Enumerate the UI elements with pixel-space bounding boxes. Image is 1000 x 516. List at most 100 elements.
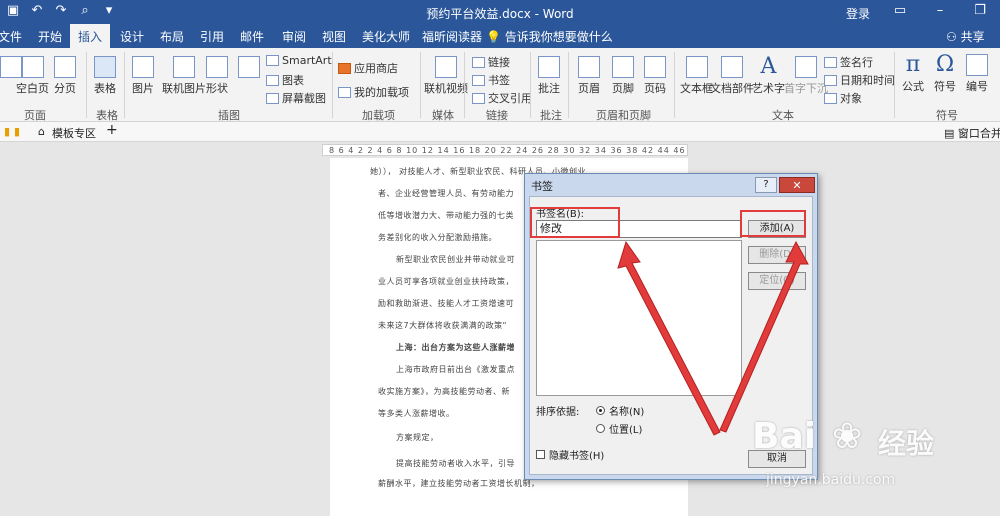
doc-line: 提高技能劳动者收入水平，引导	[396, 459, 515, 468]
doc-line: 业人员可享各项就业创业扶持政策，	[378, 277, 514, 286]
tab-design[interactable]: 设计	[120, 28, 144, 45]
window-merge-icon: ▤	[944, 127, 955, 140]
tab-foxit[interactable]: 福昕阅读器	[422, 28, 482, 45]
shapes-label: 形状	[206, 82, 228, 95]
object-icon	[824, 92, 837, 104]
my-addins-button[interactable]: 我的加载项	[338, 84, 409, 100]
blank-page-button[interactable]: 空白页	[16, 56, 49, 96]
object-button[interactable]: 对象	[824, 90, 862, 106]
divider	[530, 52, 531, 118]
wordart-button[interactable]: A 艺术字	[752, 56, 785, 96]
tab-mailings[interactable]: 邮件	[240, 28, 264, 45]
page-break-button[interactable]: 分页	[54, 56, 76, 96]
icons-button[interactable]	[238, 56, 260, 80]
sort-by-location-radio[interactable]: 位置(L)	[596, 421, 642, 436]
smartart-icon	[266, 55, 279, 66]
online-picture-icon	[173, 56, 195, 78]
tab-view[interactable]: 视图	[322, 28, 346, 45]
link-button[interactable]: 链接	[472, 54, 510, 70]
bookmark-list[interactable]	[536, 240, 742, 396]
equation-button[interactable]: π 公式	[902, 54, 924, 94]
ribbon-display-icon[interactable]: ▭	[880, 0, 920, 24]
tab-layout[interactable]: 布局	[160, 28, 184, 45]
home-icon[interactable]: ⌂	[38, 125, 45, 138]
signature-line-button[interactable]: 签名行	[824, 54, 873, 70]
hidden-bookmarks-checkbox[interactable]: 隐藏书签(H)	[536, 447, 604, 462]
online-picture-button[interactable]: 联机图片	[162, 56, 206, 96]
online-picture-label: 联机图片	[162, 82, 206, 95]
header-button[interactable]: 页眉	[578, 56, 600, 96]
picture-icon	[132, 56, 154, 78]
symbol-button[interactable]: Ω 符号	[934, 54, 956, 94]
delete-button[interactable]: 删除(D)	[748, 246, 806, 264]
chart-button[interactable]: 图表	[266, 72, 304, 88]
goto-button[interactable]: 定位(G)	[748, 272, 806, 290]
tab-home[interactable]: 开始	[38, 28, 62, 45]
doc-line: 新型职业农民创业并带动就业可	[396, 255, 515, 264]
page-number-button[interactable]: 页码	[644, 56, 666, 96]
group-header-footer-label: 页眉和页脚	[596, 109, 651, 122]
table-icon	[94, 56, 116, 78]
blank-page-label: 空白页	[16, 82, 49, 95]
tab-insert[interactable]: 插入	[70, 24, 111, 48]
divider	[332, 52, 333, 118]
screenshot-icon	[266, 92, 279, 104]
numbering-button[interactable]: 编号	[966, 54, 988, 94]
close-button[interactable]: ✕	[779, 177, 815, 193]
sort-by-name-radio[interactable]: 名称(N)	[596, 403, 644, 418]
paw-icon: ❀	[832, 416, 863, 457]
restore-icon[interactable]: ❐	[960, 0, 1000, 24]
window-merge-button[interactable]: ▤ 窗口合并显	[944, 125, 1000, 141]
template-zone-tab[interactable]: 模板专区	[52, 125, 96, 141]
textbox-button[interactable]: 文本框	[680, 56, 713, 96]
smartart-label: SmartArt	[282, 54, 332, 67]
comment-label: 批注	[538, 82, 560, 95]
login-link[interactable]: 登录	[846, 5, 870, 22]
shapes-button[interactable]: 形状	[206, 56, 228, 96]
quick-parts-button[interactable]: 文档部件	[710, 56, 754, 96]
help-button[interactable]: ?	[755, 177, 777, 193]
tab-references[interactable]: 引用	[200, 28, 224, 45]
tab-file[interactable]: 文件	[0, 28, 22, 45]
tell-me-box[interactable]: 💡 告诉我你想要做什么	[486, 28, 613, 45]
tab-review[interactable]: 审阅	[282, 28, 306, 45]
group-table-label: 表格	[96, 109, 118, 122]
wordart-label: 艺术字	[752, 82, 785, 95]
date-time-button[interactable]: 日期和时间	[824, 72, 895, 88]
group-symbols-label: 符号	[936, 109, 958, 122]
equation-label: 公式	[902, 80, 924, 93]
screenshot-button[interactable]: 屏幕截图	[266, 90, 326, 106]
bookmark-label: 书签	[488, 74, 510, 87]
minimize-icon[interactable]: –	[920, 0, 960, 24]
divider	[674, 52, 675, 118]
doc-heading: 上海：出台方案为这些人涨薪增	[396, 343, 515, 352]
folder-icon[interactable]: ▮	[14, 125, 20, 138]
online-video-button[interactable]: 联机视频	[424, 56, 468, 96]
checkbox-icon	[536, 450, 545, 459]
horizontal-ruler[interactable]: 8 6 4 2 2 4 6 8 10 12 14 16 18 20 22 24 …	[322, 144, 688, 156]
signature-line-icon	[824, 56, 837, 68]
comment-button[interactable]: 批注	[538, 56, 560, 96]
doc-line: 励和救助渐进、技能人才工资增速可	[378, 299, 514, 308]
wordart-icon: A	[760, 54, 777, 79]
tell-me-text: 告诉我你想要做什么	[504, 30, 613, 44]
tab-beautify[interactable]: 美化大师	[362, 28, 410, 45]
table-button[interactable]: 表格	[94, 56, 116, 96]
smartart-button[interactable]: SmartArt	[266, 54, 332, 67]
add-tab-button[interactable]: +	[106, 122, 118, 138]
folder-icon[interactable]: ▮	[4, 125, 10, 138]
shapes-icon	[206, 56, 228, 78]
group-media-label: 媒体	[432, 109, 454, 122]
radio-off-icon	[596, 424, 605, 433]
drop-cap-label: 首字下沉	[784, 82, 828, 95]
share-button[interactable]: ⚇ 共享	[946, 28, 985, 45]
bookmark-button[interactable]: 书签	[472, 72, 510, 88]
cross-reference-button[interactable]: 交叉引用	[472, 90, 532, 106]
divider	[464, 52, 465, 118]
group-addins-label: 加载项	[362, 109, 395, 122]
picture-button[interactable]: 图片	[132, 56, 154, 96]
divider	[894, 52, 895, 118]
footer-button[interactable]: 页脚	[612, 56, 634, 96]
store-button[interactable]: 应用商店	[338, 60, 398, 76]
drop-cap-button[interactable]: 首字下沉	[784, 56, 828, 96]
